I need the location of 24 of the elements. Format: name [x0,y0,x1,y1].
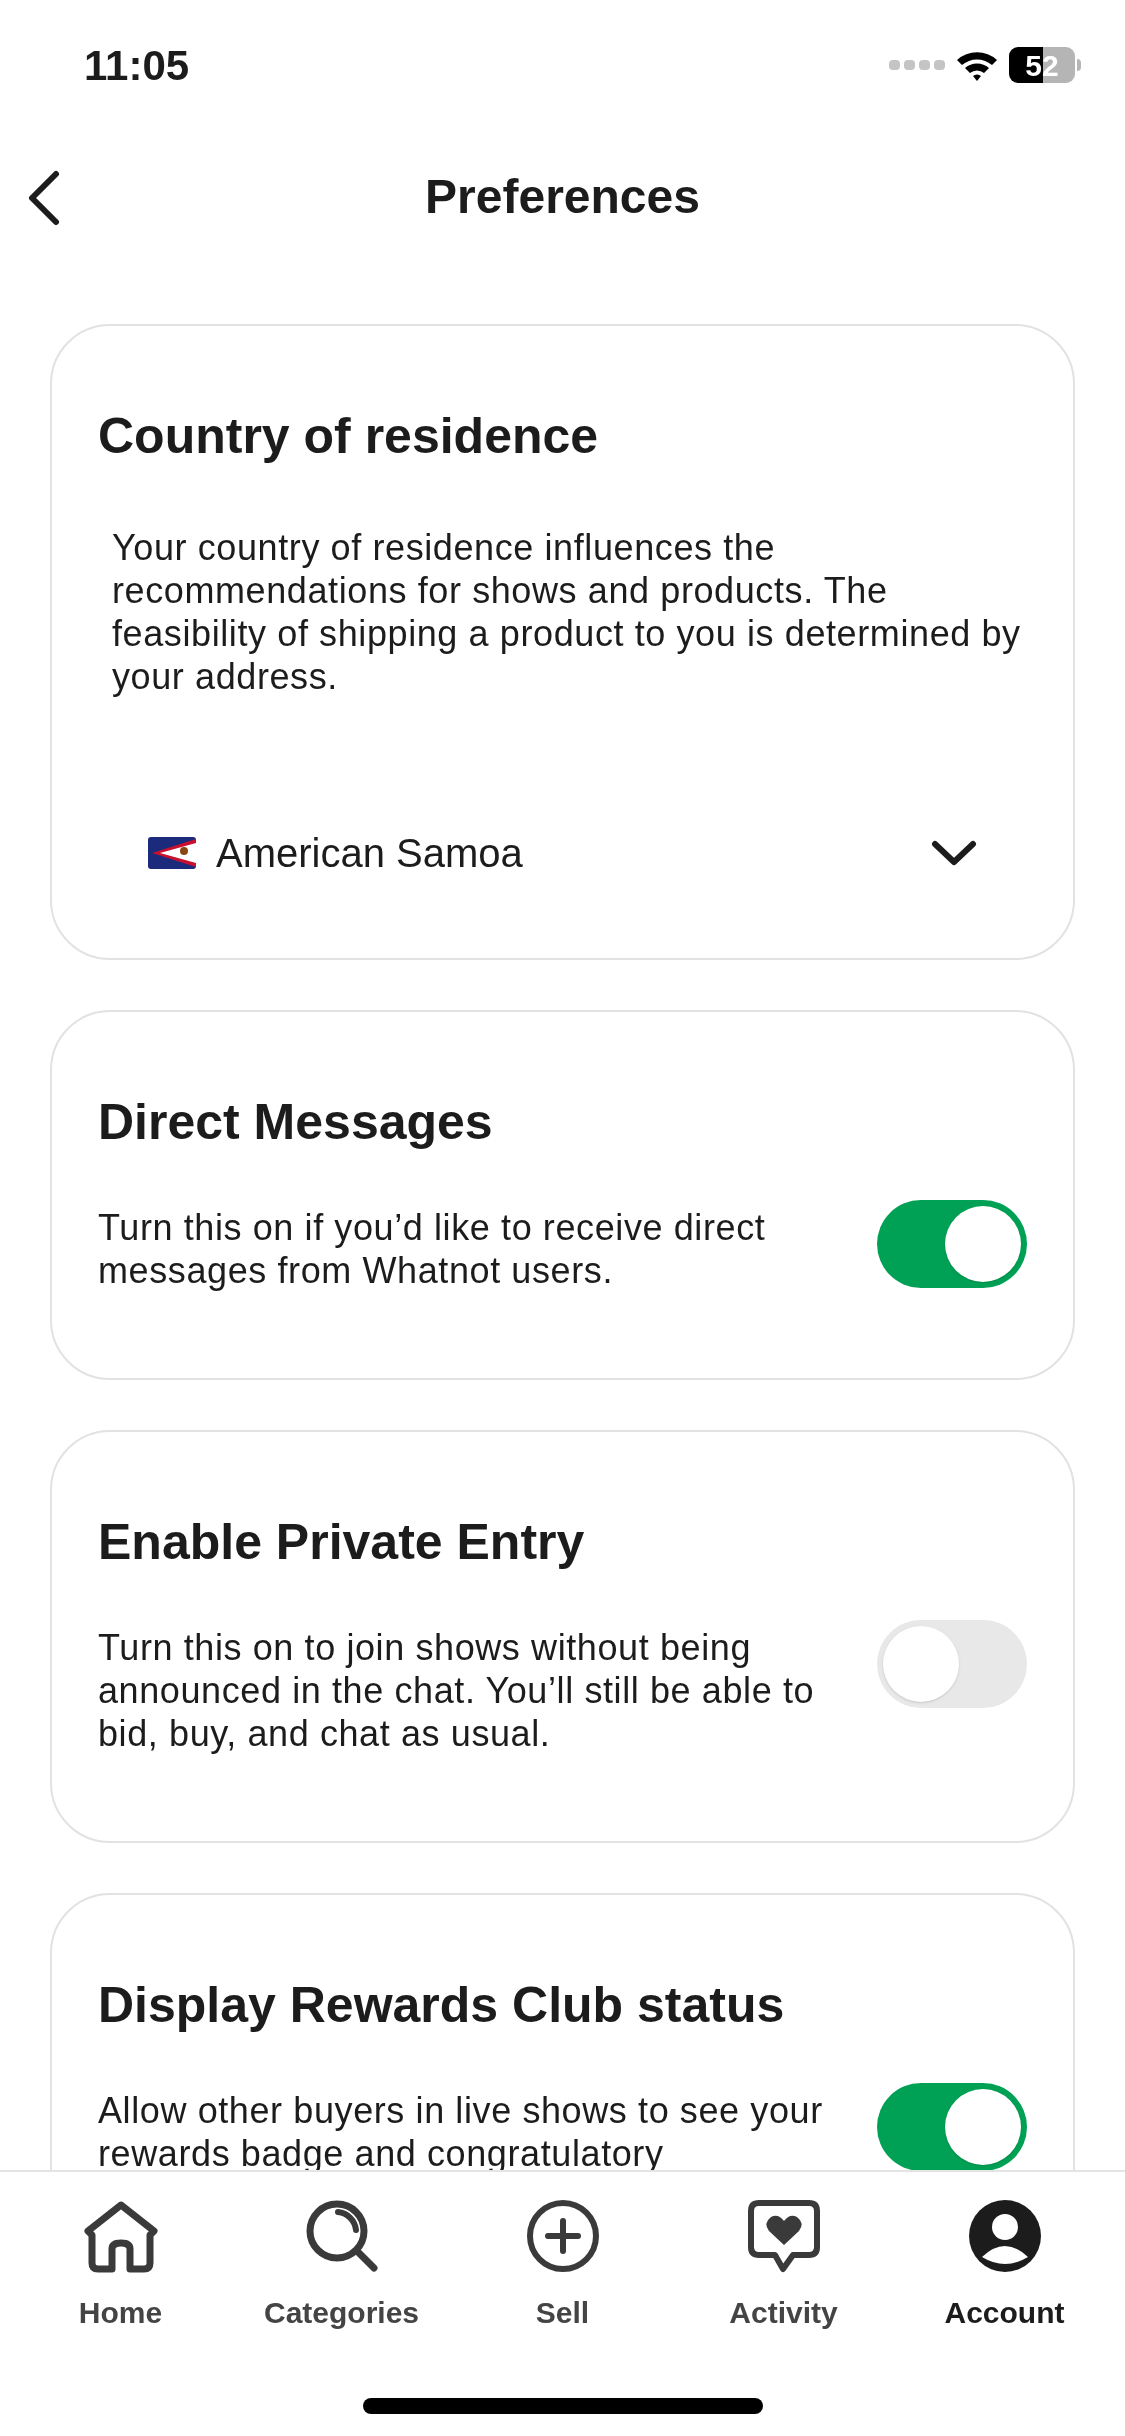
card-description: Your country of residence influences the recommendations for shows and products. The feasibility of shipping a product to you is determined by your address. [111,526,1022,698]
card-title: Direct Messages [98,1093,494,1152]
page-title: Preferences [425,169,700,225]
card-description: Turn this on if you’d like to receive direct messages from Whatnot users. [98,1206,767,1292]
country-dropdown[interactable]: American Samoa [98,818,1027,888]
chevron-down-icon [931,840,977,866]
tab-bar-item[interactable]: Account [894,2196,1115,2336]
card-title: Country of residence [98,407,600,466]
cellular-signal-icon [889,58,945,72]
heart-chat-icon [746,2199,821,2273]
dropdown-value: American Samoa [216,830,524,877]
tab-bar-item[interactable]: Home [10,2196,231,2336]
card-description: Allow other buyers in live shows to see your rewards badge and congratulatory [98,2089,824,2175]
plus-circle-icon [525,2199,600,2273]
tab-bar-item[interactable]: Activity [673,2196,894,2336]
card-description: Turn this on to join shows without being announced in the chat. You’ll still be able to bid, buy, and chat as usual. [98,1626,816,1755]
flag-icon [148,837,196,869]
tab-bar-item[interactable]: Categories [231,2196,452,2336]
back-icon[interactable] [26,170,60,226]
card-title: Enable Private Entry [98,1513,586,1572]
card-title: Display Rewards Club status [98,1976,786,2035]
status-time: 11:05 [84,40,190,91]
tab-bar-item[interactable]: Sell [452,2196,673,2336]
profile-icon [967,2199,1042,2273]
